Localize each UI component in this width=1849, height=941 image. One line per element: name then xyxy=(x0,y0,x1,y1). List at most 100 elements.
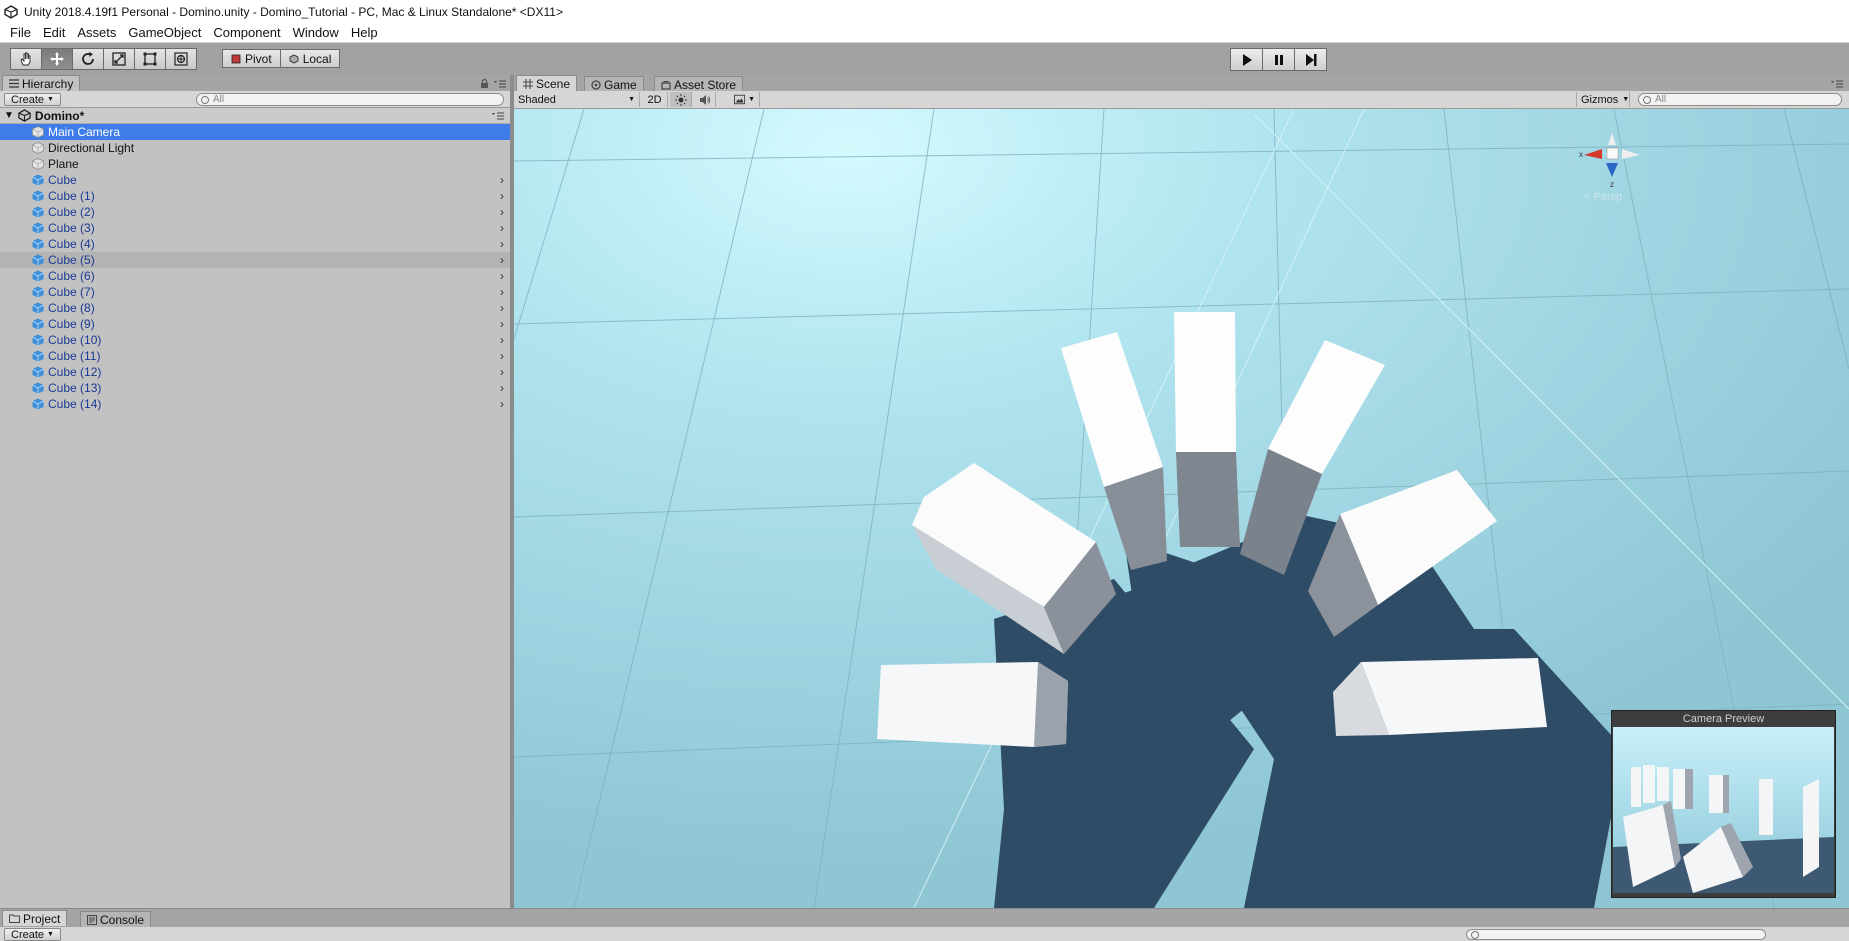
move-tool-button[interactable] xyxy=(41,48,73,70)
search-icon xyxy=(1471,931,1479,939)
rect-tool-button[interactable] xyxy=(134,48,166,70)
dropdown-arrow-icon: ▼ xyxy=(748,96,755,103)
rotate-icon xyxy=(82,52,94,65)
dropdown-arrow-icon: ▼ xyxy=(628,96,635,103)
gizmos-dropdown[interactable]: Gizmos ▼ xyxy=(1576,92,1630,107)
hierarchy-item[interactable]: Cube (1) › xyxy=(0,188,510,204)
chevron-right-icon[interactable]: › xyxy=(500,349,504,363)
pivot-toggle[interactable]: Pivot xyxy=(222,49,281,68)
effects-dropdown[interactable]: ▼ xyxy=(730,92,760,107)
tab-project[interactable]: Project xyxy=(2,910,68,926)
hierarchy-item[interactable]: Cube (5) › xyxy=(0,252,510,268)
chevron-right-icon[interactable]: › xyxy=(500,333,504,347)
step-button[interactable] xyxy=(1294,48,1327,71)
menu-gameobject[interactable]: GameObject xyxy=(122,25,207,40)
scale-tool-button[interactable] xyxy=(103,48,135,70)
hierarchy-item[interactable]: Cube (6) › xyxy=(0,268,510,284)
2d-toggle[interactable]: 2D xyxy=(642,92,668,107)
local-toggle[interactable]: Local xyxy=(279,49,341,68)
hierarchy-item[interactable]: Cube (9) › xyxy=(0,316,510,332)
rect-icon xyxy=(143,52,157,66)
chevron-right-icon[interactable]: › xyxy=(500,237,504,251)
chevron-right-icon[interactable]: › xyxy=(500,285,504,299)
projection-label[interactable]: < Persp xyxy=(1584,191,1622,203)
menu-file[interactable]: File xyxy=(4,25,37,40)
chevron-right-icon[interactable]: › xyxy=(500,269,504,283)
menu-edit[interactable]: Edit xyxy=(37,25,71,40)
chevron-right-icon[interactable]: › xyxy=(500,189,504,203)
project-search-input[interactable] xyxy=(1466,929,1766,940)
prefab-icon xyxy=(32,286,44,298)
menu-window[interactable]: Window xyxy=(287,25,345,40)
chevron-right-icon[interactable]: › xyxy=(500,381,504,395)
menu-help[interactable]: Help xyxy=(345,25,384,40)
hierarchy-item[interactable]: Cube › xyxy=(0,172,510,188)
scale-icon xyxy=(112,52,126,66)
hierarchy-item[interactable]: Cube (8) › xyxy=(0,300,510,316)
local-icon xyxy=(289,54,299,63)
chevron-right-icon[interactable]: › xyxy=(500,365,504,379)
expand-arrow-icon[interactable]: ▼ xyxy=(4,110,14,121)
chevron-right-icon[interactable]: › xyxy=(500,397,504,411)
chevron-right-icon[interactable]: › xyxy=(500,301,504,315)
hierarchy-item[interactable]: Cube (12) › xyxy=(0,364,510,380)
hierarchy-item[interactable]: Main Camera xyxy=(0,124,510,140)
panel-menu-icon[interactable] xyxy=(494,80,506,88)
hierarchy-item[interactable]: Cube (3) › xyxy=(0,220,510,236)
tab-game[interactable]: Game xyxy=(584,76,644,92)
chevron-right-icon[interactable]: › xyxy=(500,173,504,187)
hand-tool-button[interactable] xyxy=(10,48,42,70)
grid-icon xyxy=(523,78,533,89)
menu-component[interactable]: Component xyxy=(207,25,286,40)
hierarchy-item[interactable]: Plane xyxy=(0,156,510,172)
tab-console[interactable]: Console xyxy=(80,911,152,927)
chevron-right-icon[interactable]: › xyxy=(500,317,504,331)
hierarchy-item[interactable]: Cube (4) › xyxy=(0,236,510,252)
dropdown-arrow-icon: ▼ xyxy=(1622,96,1630,103)
lock-icon[interactable] xyxy=(480,79,489,89)
audio-toggle[interactable] xyxy=(694,92,716,107)
scene-root-row[interactable]: ▼ Domino* xyxy=(0,108,510,124)
tab-hierarchy[interactable]: Hierarchy xyxy=(2,75,81,91)
pause-button[interactable] xyxy=(1262,48,1295,71)
hierarchy-create-button[interactable]: Create ▼ xyxy=(4,93,61,106)
hierarchy-item[interactable]: Cube (13) › xyxy=(0,380,510,396)
hierarchy-item[interactable]: Cube (10) › xyxy=(0,332,510,348)
hierarchy-item[interactable]: Directional Light xyxy=(0,140,510,156)
hierarchy-item-label: Cube (12) xyxy=(48,365,102,379)
hierarchy-item[interactable]: Cube (7) › xyxy=(0,284,510,300)
chevron-right-icon[interactable]: › xyxy=(500,221,504,235)
console-icon xyxy=(87,914,97,925)
scene-panel-menu-icon[interactable] xyxy=(1831,80,1843,88)
chevron-right-icon[interactable]: › xyxy=(500,253,504,267)
gameobject-icon xyxy=(32,142,44,154)
tab-asset-store[interactable]: Asset Store xyxy=(654,76,744,92)
hierarchy-search-input[interactable]: All xyxy=(196,93,504,106)
hierarchy-item-label: Cube (3) xyxy=(48,221,95,235)
lighting-toggle[interactable] xyxy=(670,92,692,107)
hierarchy-item[interactable]: Cube (14) › xyxy=(0,396,510,412)
shopping-bag-icon xyxy=(661,80,671,90)
scene-menu-icon[interactable] xyxy=(492,112,504,120)
dropdown-arrow-icon: ▼ xyxy=(47,96,54,103)
transform-tool-button[interactable] xyxy=(165,48,197,70)
scene-search-input[interactable]: All xyxy=(1638,93,1842,106)
main-toolbar: Pivot Local xyxy=(0,43,1849,75)
2d-label: 2D xyxy=(647,93,662,106)
unity-scene-icon xyxy=(18,109,31,122)
chevron-right-icon[interactable]: › xyxy=(500,205,504,219)
hierarchy-item-label: Cube (6) xyxy=(48,269,95,283)
title-bar: Unity 2018.4.19f1 Personal - Domino.unit… xyxy=(0,0,1849,23)
tab-scene[interactable]: Scene xyxy=(516,75,578,91)
scene-orientation-gizmo[interactable]: x z < Persp xyxy=(1572,121,1652,203)
hierarchy-item-label: Cube (8) xyxy=(48,301,95,315)
hierarchy-item[interactable]: Cube (2) › xyxy=(0,204,510,220)
prefab-icon xyxy=(32,318,44,330)
hierarchy-item[interactable]: Cube (11) › xyxy=(0,348,510,364)
menu-assets[interactable]: Assets xyxy=(71,25,122,40)
hierarchy-item-label: Cube (10) xyxy=(48,333,102,347)
play-button[interactable] xyxy=(1230,48,1263,71)
project-create-button[interactable]: Create ▼ xyxy=(4,928,61,941)
shading-mode-dropdown[interactable]: Shaded ▼ xyxy=(514,92,640,107)
rotate-tool-button[interactable] xyxy=(72,48,104,70)
